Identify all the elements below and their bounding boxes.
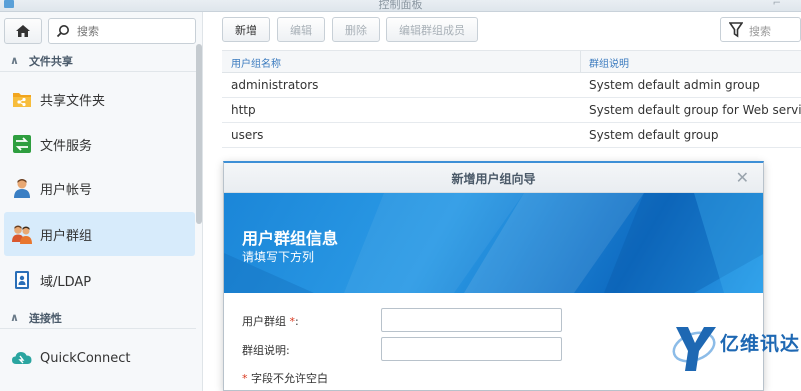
sidebar-search[interactable] — [48, 18, 196, 44]
shared-folder-icon — [12, 89, 32, 109]
cell-name: administrators — [231, 78, 319, 92]
required-note-text: 字段不允许空白 — [251, 372, 328, 385]
section-label: 文件共享 — [28, 54, 73, 68]
group-table: 用户组名称 群组说明 administrators System default… — [222, 50, 801, 148]
chevron-up-icon: ∧ — [10, 54, 19, 67]
edit-button[interactable]: 编辑 — [277, 17, 325, 42]
pin-icon[interactable]: ⌐ — [773, 0, 781, 9]
sidebar-scrollbar[interactable] — [196, 44, 202, 224]
dialog-title: 新增用户组向导 — [451, 172, 536, 186]
column-header-desc[interactable]: 群组说明 — [589, 55, 629, 70]
sidebar-item-shared-folder[interactable]: 共享文件夹 — [4, 77, 195, 121]
cell-desc: System default group — [589, 128, 719, 142]
chevron-up-icon: ∧ — [10, 311, 19, 324]
sidebar-item-label: QuickConnect — [40, 350, 131, 366]
section-connectivity[interactable]: ∧ 连接性 — [0, 307, 196, 329]
sidebar-item-label: 共享文件夹 — [40, 93, 106, 109]
dialog-titlebar: 新增用户组向导 ✕ — [224, 163, 763, 193]
group-desc-label: 群组说明: — [242, 344, 290, 357]
create-button[interactable]: 新增 — [222, 17, 270, 42]
table-header: 用户组名称 群组说明 — [222, 50, 801, 73]
table-row[interactable]: users System default group — [222, 123, 801, 148]
group-name-row: 用户群组 *: — [242, 308, 572, 332]
window-titlebar: 控制面板 ⌐ — [0, 0, 801, 12]
edit-members-button[interactable]: 编辑群组成员 — [386, 17, 478, 42]
sidebar-top — [4, 18, 196, 44]
file-services-icon — [12, 134, 32, 154]
sidebar-item-quickconnect[interactable]: QuickConnect — [4, 336, 195, 380]
required-note: * 字段不允许空白 — [242, 370, 328, 386]
sidebar-item-label: 域/LDAP — [40, 274, 92, 290]
filter-search[interactable]: 搜索 — [720, 17, 801, 42]
sidebar-item-label: 用户群组 — [40, 228, 93, 244]
quickconnect-icon — [12, 348, 32, 368]
cell-desc: System default admin group — [589, 78, 760, 92]
banner-subtitle: 请填写下方列 — [242, 250, 315, 264]
watermark-logo: 亿维讯达 — [670, 317, 801, 375]
sidebar-item-domain-ldap[interactable]: 域/LDAP — [4, 258, 195, 302]
user-group-icon — [12, 224, 32, 244]
table-row[interactable]: http System default group for Web servic… — [222, 98, 801, 123]
group-name-label: 用户群组 *: — [242, 315, 299, 328]
sidebar-item-user-group[interactable]: 用户群组 — [4, 212, 195, 256]
section-file-sharing[interactable]: ∧ 文件共享 — [0, 50, 196, 72]
group-name-input[interactable] — [381, 308, 562, 332]
main-toolbar: 新增 编辑 删除 编辑群组成员 搜索 — [222, 17, 801, 43]
window-title: 控制面板 — [378, 0, 423, 11]
dialog-banner: 用户群组信息 请填写下方列 — [224, 193, 763, 293]
close-icon[interactable]: ✕ — [736, 168, 749, 187]
sidebar-item-label: 文件服务 — [40, 138, 93, 154]
home-icon — [16, 25, 30, 37]
sidebar: ∧ 文件共享 共享文件夹 文件服务 用户帐号 用户群组 域/LDAP ∧ 连接性 — [0, 12, 203, 391]
group-desc-row: 群组说明: — [242, 337, 572, 361]
sidebar-item-label: 用户帐号 — [40, 182, 93, 198]
user-icon — [12, 178, 32, 198]
column-divider — [580, 51, 581, 73]
table-row[interactable]: administrators System default admin grou… — [222, 73, 801, 98]
domain-ldap-icon — [12, 270, 32, 290]
required-star: * — [242, 372, 248, 385]
filter-placeholder: 搜索 — [749, 25, 771, 38]
sidebar-item-file-services[interactable]: 文件服务 — [4, 122, 195, 166]
watermark-emblem — [672, 327, 716, 371]
cell-name: http — [231, 103, 256, 117]
sidebar-item-user[interactable]: 用户帐号 — [4, 166, 195, 210]
home-button[interactable] — [4, 18, 42, 44]
column-header-name[interactable]: 用户组名称 — [231, 55, 281, 70]
watermark-text: 亿维讯达 — [720, 333, 801, 355]
cell-name: users — [231, 128, 264, 142]
cell-desc: System default group for Web services — [589, 103, 801, 117]
filter-icon — [728, 22, 744, 41]
group-desc-input[interactable] — [381, 337, 562, 361]
search-icon — [56, 24, 70, 41]
delete-button[interactable]: 删除 — [332, 17, 380, 42]
sidebar-search-input[interactable] — [77, 23, 187, 40]
banner-title: 用户群组信息 — [242, 229, 339, 248]
section-label: 连接性 — [28, 311, 62, 325]
